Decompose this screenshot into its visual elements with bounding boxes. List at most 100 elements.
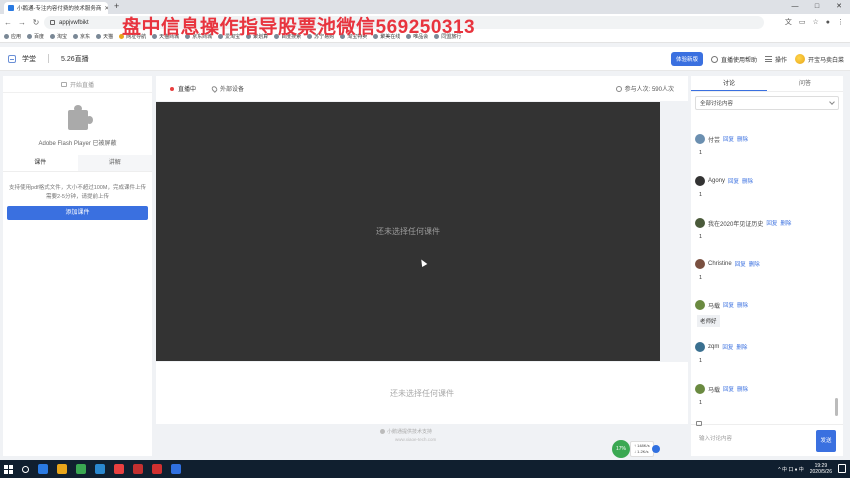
clock[interactable]: 19:29 2020/5/26 — [810, 463, 832, 475]
discussion-input[interactable]: 输入讨论内容 — [696, 431, 806, 453]
windows-start-icon[interactable] — [4, 464, 13, 474]
tab-discussion[interactable]: 讨论 — [691, 76, 767, 91]
left-panel: 开始直播 Adobe Flash Player 已被屏蔽 课件 讲解 支持使用p… — [3, 76, 152, 456]
menu-icon[interactable]: ⋮ — [837, 16, 844, 29]
back-icon[interactable]: ← — [4, 18, 12, 27]
tab-qa[interactable]: 问答 — [767, 76, 843, 91]
mouse-cursor-icon — [418, 257, 428, 268]
taskbar-app-icon[interactable] — [114, 464, 124, 474]
close-window-button[interactable]: ✕ — [828, 0, 850, 14]
msg-text: 老师好 — [697, 315, 720, 327]
avatar — [794, 54, 805, 64]
list-item: zqm 回复 删除 1 — [695, 342, 747, 365]
avatar — [695, 300, 705, 310]
folder-icon[interactable] — [696, 421, 702, 426]
msg-author: 我在2020年见证历史 — [708, 221, 764, 228]
taskbar-app-icon[interactable] — [152, 464, 162, 474]
list-item: Christine 回复 删除 1 — [695, 259, 760, 282]
taskbar-app-icon[interactable] — [76, 464, 86, 474]
delete-button[interactable]: 删除 — [749, 260, 760, 268]
user-menu[interactable]: 开宝马卖白菜 — [794, 54, 844, 64]
favicon-icon — [8, 5, 14, 11]
taskbar-app-icon[interactable] — [38, 464, 48, 474]
camera-icon — [60, 81, 67, 87]
reply-button[interactable]: 回复 — [766, 219, 777, 227]
delete-button[interactable]: 删除 — [737, 301, 748, 309]
msg-author: 马载 — [708, 387, 721, 394]
profile-icon[interactable]: ● — [826, 16, 830, 29]
bookmark-item[interactable]: 天猫 — [96, 33, 113, 40]
download-speed: ↓ 1.2K/s — [634, 449, 649, 454]
help-link[interactable]: 直播使用帮助 — [710, 55, 757, 64]
shield-icon — [651, 445, 660, 453]
classroom-icon — [8, 54, 16, 63]
operations-menu[interactable]: 操作 — [764, 55, 787, 64]
tab-explain[interactable]: 讲解 — [77, 155, 152, 171]
message-list[interactable]: 付芸 回复 删除 1 Agony 回复 删除 1 我在2020年见证历史 回复 … — [691, 118, 839, 418]
reply-button[interactable]: 回复 — [723, 135, 734, 143]
send-button[interactable]: 发送 — [816, 430, 836, 452]
lock-icon — [50, 20, 55, 25]
help-icon — [710, 55, 718, 63]
chat-input-row: 输入讨论内容 发送 — [691, 421, 843, 456]
taskbar-app-icon[interactable] — [95, 464, 105, 474]
participant-count: 参与人次: 590人次 — [615, 84, 674, 93]
document-area[interactable]: 还未选择任何课件 — [156, 362, 688, 424]
msg-text: 1 — [699, 358, 703, 364]
message-scrollbar[interactable] — [835, 398, 838, 416]
live-title: 5.26直播 — [61, 55, 89, 63]
msg-author: 付芸 — [708, 137, 721, 144]
delete-button[interactable]: 删除 — [737, 385, 748, 393]
translate-icon[interactable]: 文 — [785, 16, 792, 29]
list-item: 付芸 回复 删除 1 — [695, 134, 748, 157]
network-monitor-widget[interactable]: 17% ↑ 148K/s ↓ 1.2K/s — [612, 440, 660, 458]
globe-icon — [73, 34, 79, 39]
forward-icon[interactable]: → — [18, 18, 26, 27]
delete-button[interactable]: 删除 — [737, 135, 748, 143]
system-tray: ^ 中 口 ♦ 中 19:29 2020/5/26 — [778, 463, 832, 475]
live-dot-icon — [170, 86, 174, 91]
search-icon[interactable] — [22, 465, 29, 473]
reply-button[interactable]: 回复 — [735, 260, 746, 268]
delete-button[interactable]: 删除 — [742, 177, 753, 185]
notification-icon[interactable] — [838, 464, 846, 473]
reply-button[interactable]: 回复 — [723, 385, 734, 393]
upload-hint: 支持使用pdf格式文件，大小不超过100M，完成课件上传需要2-5分钟，请提前上… — [9, 185, 146, 200]
new-tab-button[interactable]: + — [114, 1, 119, 11]
bookmark-item[interactable]: 百度 — [27, 33, 44, 40]
reply-button[interactable]: 回复 — [728, 177, 739, 185]
globe-icon — [50, 34, 56, 39]
external-device-button[interactable]: 外部设备 — [210, 84, 244, 93]
taskbar-app-icon[interactable] — [133, 464, 143, 474]
video-stage[interactable]: 还未选择任何课件 — [156, 102, 660, 361]
taskbar-app-icon[interactable] — [171, 464, 181, 474]
reply-button[interactable]: 回复 — [723, 301, 734, 309]
discussion-filter-select[interactable]: 全部讨论内容 — [695, 96, 839, 110]
reload-icon[interactable]: ↻ — [32, 18, 40, 27]
minimize-button[interactable]: — — [784, 0, 806, 14]
watermark-overlay: 盘中信息操作指导股票池微信569250313 — [122, 17, 476, 38]
avatar — [695, 342, 705, 352]
bookmark-item[interactable]: 淘宝 — [50, 33, 67, 40]
bookmark-item[interactable]: 京东 — [73, 33, 90, 40]
delete-button[interactable]: 删除 — [780, 219, 791, 227]
start-live-button[interactable]: 开始直播 — [3, 76, 152, 93]
delete-button[interactable]: 删除 — [736, 343, 747, 351]
add-courseware-button[interactable]: 添加课件 — [7, 206, 148, 220]
tab-close-icon[interactable]: ✕ — [104, 5, 108, 12]
app-name: 学堂 — [22, 55, 36, 63]
tray-icons[interactable]: ^ 中 口 ♦ 中 — [778, 466, 803, 473]
divider — [48, 54, 49, 63]
flash-blocked-area[interactable]: Adobe Flash Player 已被屏蔽 — [3, 93, 152, 153]
cast-icon[interactable]: ▭ — [799, 16, 806, 29]
reply-button[interactable]: 回复 — [722, 343, 733, 351]
trial-new-version-button[interactable]: 体验新版 — [670, 52, 703, 66]
upload-speed: ↑ 148K/s — [634, 443, 650, 448]
star-icon[interactable]: ☆ — [812, 16, 818, 29]
maximize-button[interactable]: □ — [806, 0, 828, 14]
tab-courseware[interactable]: 课件 — [3, 155, 78, 171]
browser-tab[interactable]: 小鹅通-专注内容付费的技术服务商 ✕ — [4, 2, 108, 14]
bookmark-item[interactable]: 应用 — [4, 33, 21, 40]
apps-icon — [4, 34, 9, 39]
taskbar-app-icon[interactable] — [57, 464, 67, 474]
